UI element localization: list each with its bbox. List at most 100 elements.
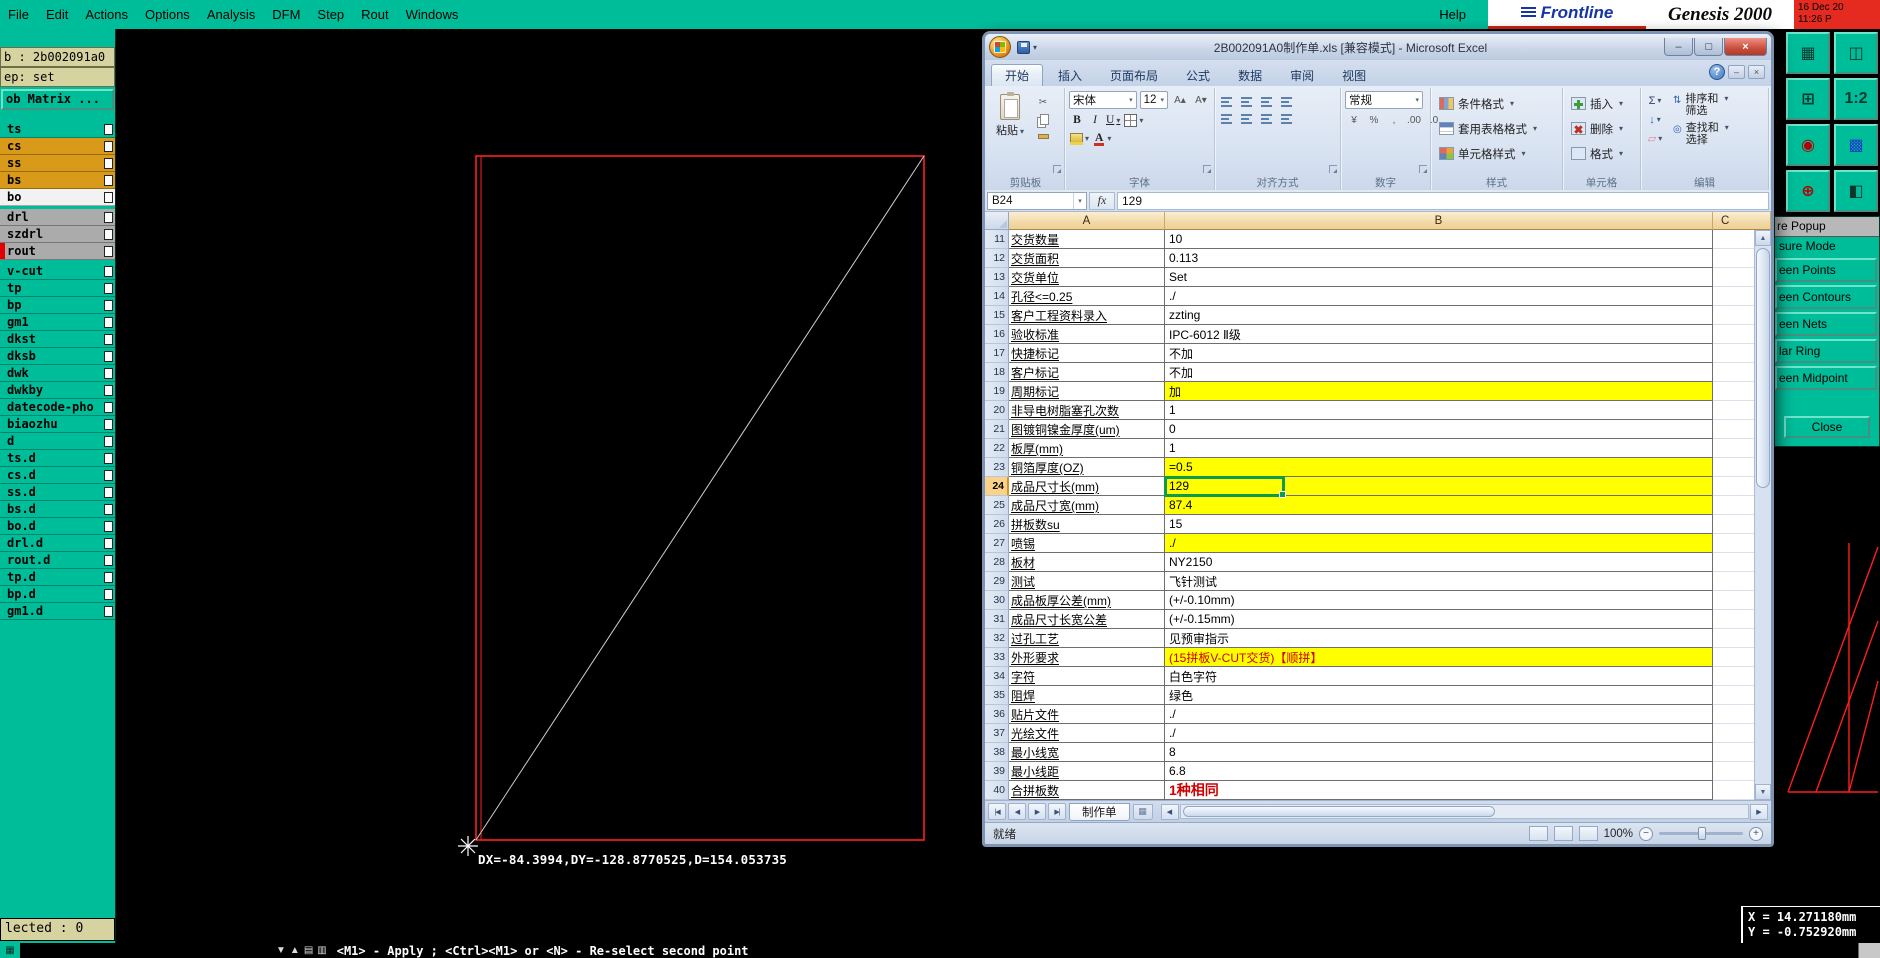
cell-styles-button[interactable]: 单元格样式 [1435,141,1558,166]
paste-button[interactable]: 粘贴 [991,91,1029,172]
dialog-launcher-icon[interactable] [1329,165,1337,173]
cell-b24[interactable]: 129 [1165,477,1713,496]
shrink-font-button[interactable]: A▾ [1192,93,1210,107]
font-color-button[interactable]: A [1092,130,1112,146]
layer-toggle[interactable] [104,316,113,328]
close-window-button[interactable] [1724,38,1767,56]
layer-row-bo[interactable]: bo [0,189,115,206]
cell-b17[interactable]: 不加 [1165,344,1713,363]
row-header-26[interactable]: 26 [985,515,1009,534]
prev-sheet-button[interactable] [1008,803,1026,820]
layer-row-rout.d[interactable]: rout.d [0,552,115,569]
layer-toggle[interactable] [104,554,113,566]
workbook-minimize-button[interactable] [1728,65,1745,79]
cell-a34[interactable]: 字符 [1009,667,1165,686]
measure-option[interactable]: lar Ring [1775,339,1877,363]
cell-a13[interactable]: 交货单位 [1009,268,1165,287]
menu-item-windows[interactable]: Windows [406,7,459,22]
layer-row-ss.d[interactable]: ss.d [0,484,115,501]
formula-input[interactable]: 129 [1117,191,1769,210]
page-layout-view-button[interactable] [1553,826,1573,841]
number-format-button[interactable]: ¥ [1345,113,1363,127]
cell-b11[interactable]: 10 [1165,230,1713,249]
menu-item-edit[interactable]: Edit [46,7,68,22]
cell-b14[interactable]: ./ [1165,287,1713,306]
row-header-17[interactable]: 17 [985,344,1009,363]
cell-b34[interactable]: 白色字符 [1165,667,1713,686]
measure-option[interactable]: een Contours [1775,285,1877,309]
menu-item-rout[interactable]: Rout [361,7,388,22]
layer-toggle[interactable] [104,157,113,169]
delete-cells-button[interactable]: 删除 [1567,116,1636,141]
layer-toggle[interactable] [104,418,113,430]
layer-row-datecode-pho[interactable]: datecode-pho [0,399,115,416]
layer-row-ts.d[interactable]: ts.d [0,450,115,467]
layer-toggle[interactable] [104,452,113,464]
row-header-35[interactable]: 35 [985,686,1009,705]
row-header-15[interactable]: 15 [985,306,1009,325]
row-header-14[interactable]: 14 [985,287,1009,306]
layer-row-szdrl[interactable]: szdrl [0,226,115,243]
layer-row-gm1.d[interactable]: gm1.d [0,603,115,620]
layer-toggle[interactable] [104,384,113,396]
cell-a19[interactable]: 周期标记 [1009,382,1165,401]
layer-row-bs[interactable]: bs [0,172,115,189]
layer-toggle[interactable] [104,191,113,203]
scroll-left-arrow[interactable] [1160,803,1179,820]
cell-a11[interactable]: 交货数量 [1009,230,1165,249]
cell-a15[interactable]: 客户工程资料录入 [1009,306,1165,325]
font-size-select[interactable]: 12 ▾ [1139,91,1168,109]
scroll-up-icon[interactable]: ▲ [290,944,300,958]
cell-b18[interactable]: 不加 [1165,363,1713,382]
job-matrix-button[interactable]: ob Matrix ... [1,89,114,110]
zoom-slider[interactable] [1698,827,1707,840]
menu-item-actions[interactable]: Actions [85,7,128,22]
cell-a24[interactable]: 成品尺寸长(mm) [1009,477,1165,496]
row-header-21[interactable]: 21 [985,420,1009,439]
layer-toggle[interactable] [104,174,113,186]
align-center-icon[interactable] [1239,111,1255,125]
layer-row-biaozhu[interactable]: biaozhu [0,416,115,433]
cell-b36[interactable]: ./ [1165,705,1713,724]
conditional-formatting-button[interactable]: 条件格式 [1435,91,1558,116]
normal-view-button[interactable] [1528,826,1548,841]
cell-a32[interactable]: 过孔工艺 [1009,629,1165,648]
layer-row-d[interactable]: d [0,433,115,450]
scroll-right-arrow[interactable] [1750,803,1768,820]
layer-toggle[interactable] [104,367,113,379]
cell-a22[interactable]: 板厚(mm) [1009,439,1165,458]
fill-color-button[interactable] [1069,130,1090,146]
cell-a27[interactable]: 喷锡 [1009,534,1165,553]
number-format-button[interactable]: , [1385,113,1403,127]
layer-row-bo.d[interactable]: bo.d [0,518,115,535]
align-bottom-icon[interactable] [1259,94,1275,108]
copy-icon[interactable] [1034,112,1052,126]
layer-row-ss[interactable]: ss [0,155,115,172]
layer-toggle[interactable] [104,486,113,498]
layer-row-bp[interactable]: bp [0,297,115,314]
row-header-33[interactable]: 33 [985,648,1009,667]
dialog-launcher-icon[interactable] [1203,165,1211,173]
cell-a25[interactable]: 成品尺寸宽(mm) [1009,496,1165,515]
layer-row-gm1[interactable]: gm1 [0,314,115,331]
underline-button[interactable]: U [1105,112,1121,128]
layer-toggle[interactable] [104,401,113,413]
layer-row-dksb[interactable]: dksb [0,348,115,365]
workbook-close-button[interactable] [1748,65,1765,79]
layer-toggle[interactable] [104,265,113,277]
row-header-12[interactable]: 12 [985,249,1009,268]
insert-worksheet-button[interactable] [1132,803,1153,820]
cell-a40[interactable]: 合拼板数 [1009,781,1165,800]
cell-b13[interactable]: Set [1165,268,1713,287]
ribbon-tab[interactable]: 插入 [1045,64,1095,86]
align-right-icon[interactable] [1259,111,1275,125]
format-cells-button[interactable]: 格式 [1567,141,1636,166]
row-header-39[interactable]: 39 [985,762,1009,781]
origin-point-icon[interactable]: ◉ [1786,124,1830,166]
cell-a31[interactable]: 成品尺寸长宽公差 [1009,610,1165,629]
layer-toggle[interactable] [104,350,113,362]
horizontal-scrollbar[interactable] [1160,803,1768,820]
menu-item-file[interactable]: File [8,7,29,22]
zoom-in-button[interactable] [1749,826,1763,841]
dialog-launcher-icon[interactable] [1053,165,1061,173]
